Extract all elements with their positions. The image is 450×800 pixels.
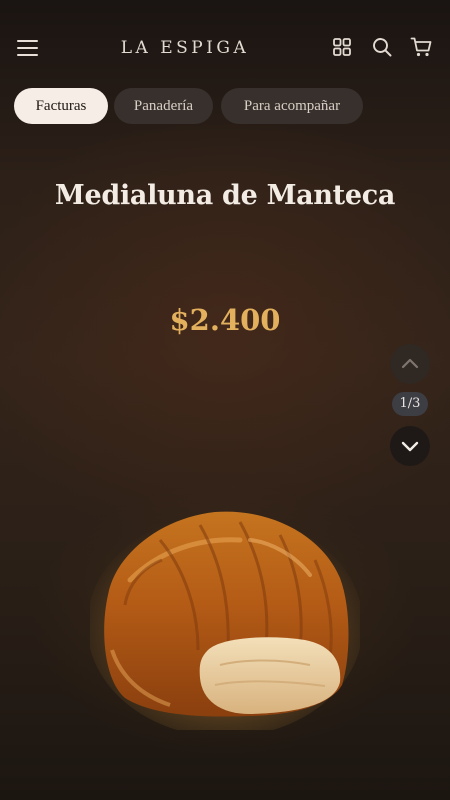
grid-icon [333,38,351,56]
grid-button[interactable] [331,36,355,60]
previous-product-button[interactable] [390,344,430,384]
cart-icon [410,37,432,57]
brand-logo[interactable]: LA ESPIGA [100,36,270,60]
chevron-down-icon [401,441,419,452]
product-title: Medialuna de Manteca [54,180,396,211]
app-header: LA ESPIGA [0,0,450,96]
cart-button[interactable] [410,36,434,60]
product-price: $2.400 [169,303,281,337]
search-icon [373,38,392,57]
search-button[interactable] [371,36,395,60]
menu-button[interactable] [14,35,42,61]
product-image-croissant [87,500,363,737]
chevron-up-icon [401,358,419,369]
pager-counter: 1/3 [392,392,428,416]
next-product-button[interactable] [390,426,430,466]
tab-para-acompanar[interactable]: Para acompañar [221,88,363,124]
tab-facturas[interactable]: Facturas [14,88,108,124]
tab-panaderia[interactable]: Panadería [114,88,213,124]
